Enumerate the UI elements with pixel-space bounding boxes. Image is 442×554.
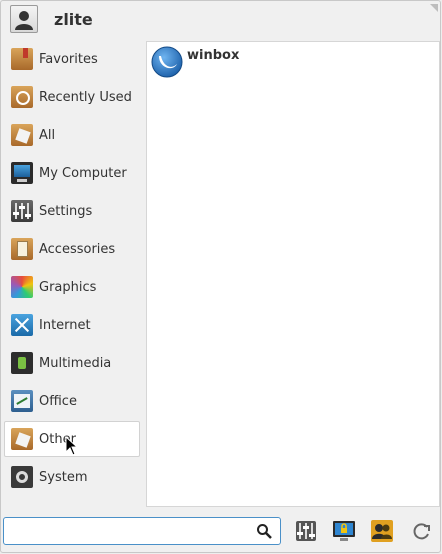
app-item-winbox[interactable]: winbox bbox=[151, 46, 239, 78]
mouse-cursor-icon bbox=[65, 436, 79, 456]
category-multimedia[interactable]: Multimedia bbox=[4, 345, 140, 381]
category-my-computer[interactable]: My Computer bbox=[4, 155, 140, 191]
search-box[interactable] bbox=[3, 517, 281, 545]
settings-icon bbox=[11, 200, 33, 222]
category-settings[interactable]: Settings bbox=[4, 193, 140, 229]
office-icon bbox=[11, 390, 33, 412]
user-avatar-icon[interactable] bbox=[10, 5, 38, 33]
category-label: Settings bbox=[39, 203, 93, 219]
switch-user-icon[interactable] bbox=[370, 519, 394, 543]
category-label: My Computer bbox=[39, 165, 127, 181]
category-sidebar: Favorites Recently Used All My Computer … bbox=[4, 41, 140, 497]
category-label: Office bbox=[39, 393, 77, 409]
footer-bar bbox=[0, 514, 442, 548]
category-label: System bbox=[39, 469, 88, 485]
category-internet[interactable]: Internet bbox=[4, 307, 140, 343]
category-label: Accessories bbox=[39, 241, 116, 257]
category-office[interactable]: Office bbox=[4, 383, 140, 419]
username-label: zlite bbox=[54, 9, 93, 29]
internet-icon bbox=[11, 314, 33, 336]
search-icon[interactable] bbox=[256, 523, 272, 539]
category-favorites[interactable]: Favorites bbox=[4, 41, 140, 77]
resize-grip[interactable] bbox=[430, 4, 438, 12]
lock-screen-icon[interactable] bbox=[332, 519, 356, 543]
category-label: All bbox=[39, 127, 56, 143]
multimedia-icon bbox=[11, 352, 33, 374]
logout-icon[interactable] bbox=[410, 519, 434, 543]
all-icon bbox=[11, 124, 33, 146]
category-all[interactable]: All bbox=[4, 117, 140, 153]
other-icon bbox=[11, 428, 33, 450]
header: zlite bbox=[10, 4, 93, 34]
category-recently-used[interactable]: Recently Used bbox=[4, 79, 140, 115]
app-list-panel: winbox bbox=[146, 41, 440, 507]
settings-manager-icon[interactable] bbox=[294, 519, 318, 543]
category-graphics[interactable]: Graphics bbox=[4, 269, 140, 305]
category-system[interactable]: System bbox=[4, 459, 140, 495]
my-computer-icon bbox=[11, 162, 33, 184]
graphics-icon bbox=[11, 276, 33, 298]
category-label: Favorites bbox=[39, 51, 98, 67]
search-input[interactable] bbox=[10, 519, 254, 545]
category-label: Multimedia bbox=[39, 355, 112, 371]
accessories-icon bbox=[11, 238, 33, 260]
app-label: winbox bbox=[187, 48, 240, 63]
favorites-icon bbox=[11, 48, 33, 70]
winbox-icon bbox=[151, 46, 183, 78]
category-label: Recently Used bbox=[39, 89, 132, 105]
category-label: Internet bbox=[39, 317, 91, 333]
category-label: Graphics bbox=[39, 279, 97, 295]
category-accessories[interactable]: Accessories bbox=[4, 231, 140, 267]
system-icon bbox=[11, 466, 33, 488]
recently-used-icon bbox=[11, 86, 33, 108]
